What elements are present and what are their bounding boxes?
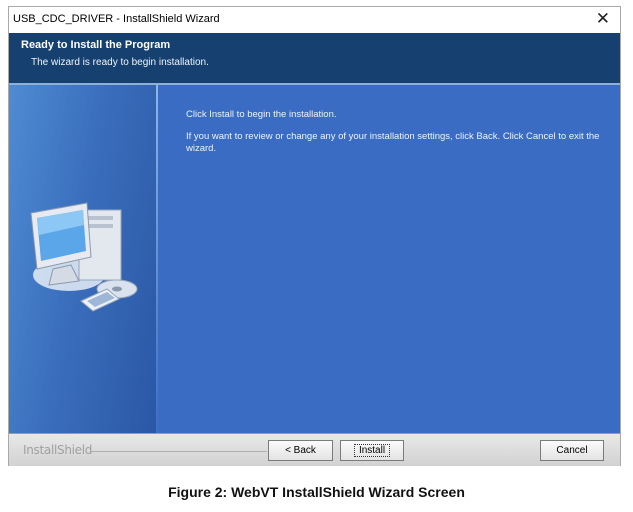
install-button[interactable]: Install (340, 440, 404, 461)
computer-icon (30, 202, 122, 291)
etched-line (91, 451, 267, 452)
figure-caption: Figure 2: WebVT InstallShield Wizard Scr… (168, 484, 465, 500)
back-button[interactable]: < Back (268, 440, 333, 461)
install-button-label: Install (353, 444, 391, 457)
header-subtitle: The wizard is ready to begin installatio… (31, 57, 209, 68)
wizard-header: Ready to Install the Program The wizard … (9, 33, 620, 83)
close-icon[interactable]: ✕ (596, 9, 610, 29)
cancel-button[interactable]: Cancel (540, 440, 604, 461)
settings-text: If you want to review or change any of y… (186, 131, 600, 154)
window-title: USB_CDC_DRIVER - InstallShield Wizard (13, 13, 220, 25)
content-area: Click Install to begin the installation.… (158, 85, 620, 433)
side-graphic-panel (9, 85, 156, 433)
button-bar: InstallShield < Back Install Cancel (9, 433, 620, 466)
title-bar: USB_CDC_DRIVER - InstallShield Wizard ✕ (9, 7, 620, 33)
installshield-logo: InstallShield (23, 443, 93, 457)
instruction-text: Click Install to begin the installation. (186, 109, 337, 120)
installshield-window: USB_CDC_DRIVER - InstallShield Wizard ✕ … (8, 6, 621, 466)
cd-icon (80, 279, 138, 312)
header-title: Ready to Install the Program (21, 39, 171, 51)
